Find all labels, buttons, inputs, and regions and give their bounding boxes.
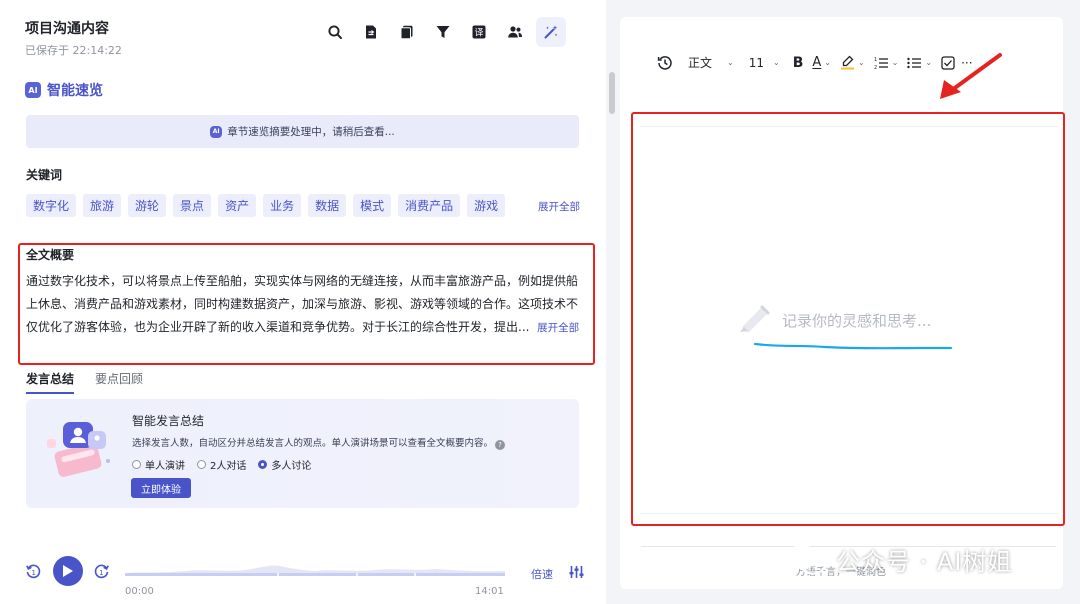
page-title: 项目沟通内容 xyxy=(25,21,109,37)
speech-summary-title: 智能发言总结 xyxy=(132,414,205,428)
bullet-list-icon xyxy=(907,57,922,68)
playback-speed-button[interactable]: 倍速 xyxy=(531,566,553,582)
ai-overview-title: 智能速览 xyxy=(47,83,103,99)
users-icon[interactable] xyxy=(500,17,530,47)
speech-summary-card: 智能发言总结 选择发言人数，自动区分并总结发言人的观点。单人演讲场景可以查看全文… xyxy=(26,399,579,508)
option-multi-speakers[interactable]: 多人讨论 xyxy=(258,457,311,472)
text-style-dropdown[interactable]: 正文 ⌄ xyxy=(688,54,734,71)
keyword-tag[interactable]: 资产 xyxy=(218,194,257,217)
bullet-list-dropdown[interactable]: ⌄ xyxy=(907,56,932,70)
keywords-expand-link[interactable]: 展开全部 xyxy=(538,199,580,214)
ordered-list-icon: 1 2 xyxy=(874,57,888,70)
ai-badge-small-icon: AI xyxy=(210,125,223,138)
option-single-speaker[interactable]: 单人演讲 xyxy=(132,457,185,472)
keyword-tag[interactable]: 游戏 xyxy=(467,194,506,217)
rewind-icon[interactable]: 1 xyxy=(25,563,42,580)
speaker-illustration-icon xyxy=(47,422,110,477)
watermark: 公众号 · AI树姐 xyxy=(786,542,1012,577)
svg-text:1: 1 xyxy=(874,57,877,63)
format-toolbar: 正文 ⌄ 11 ⌄ B A ⌄ ⌄ 1 2 ⌄ ⌄ ··· xyxy=(657,54,973,71)
svg-text:1: 1 xyxy=(99,569,103,577)
ordered-list-dropdown[interactable]: 1 2 ⌄ xyxy=(874,56,899,70)
speech-summary-desc-text: 选择发言人数，自动区分并总结发言人的观点。单人演讲场景可以查看全文概要内容。 xyxy=(132,438,494,449)
option-two-speakers[interactable]: 2人对话 xyxy=(197,457,246,472)
current-time: 00:00 xyxy=(125,586,154,597)
header-toolbar: 译 xyxy=(320,17,566,47)
checkbox-icon[interactable] xyxy=(941,55,955,70)
tab-key-points[interactable]: 要点回顾 xyxy=(95,370,143,394)
equalizer-icon[interactable] xyxy=(569,565,584,579)
help-icon[interactable]: ? xyxy=(495,440,506,450)
keyword-tag[interactable]: 业务 xyxy=(263,194,302,217)
keyword-tag[interactable]: 旅游 xyxy=(83,194,122,217)
highlight-dropdown[interactable]: ⌄ xyxy=(840,55,865,70)
chevron-down-icon: ⌄ xyxy=(727,58,734,67)
history-icon[interactable] xyxy=(657,55,673,71)
chevron-down-icon: ⌄ xyxy=(824,58,831,67)
option-label: 多人讨论 xyxy=(271,461,312,472)
try-now-button[interactable]: 立即体验 xyxy=(131,478,191,498)
bold-button[interactable]: B xyxy=(793,55,804,71)
processing-text: 章节速览摘要处理中，请稍后查看... xyxy=(227,126,395,138)
font-color-dropdown[interactable]: A ⌄ xyxy=(812,55,831,70)
play-icon xyxy=(63,565,73,577)
search-icon[interactable] xyxy=(320,17,350,47)
chapter-processing-banner: AI 章节速览摘要处理中，请稍后查看... xyxy=(26,115,579,148)
svg-text:1: 1 xyxy=(31,569,35,577)
more-options-button[interactable]: ··· xyxy=(961,56,972,70)
summary-tabs: 发言总结 要点回顾 xyxy=(26,370,143,394)
chevron-down-icon: ⌄ xyxy=(857,58,865,67)
total-time: 14:01 xyxy=(475,586,504,597)
audio-waveform[interactable] xyxy=(125,556,505,578)
keyword-tag[interactable]: 消费产品 xyxy=(398,194,461,217)
left-scrollbar[interactable] xyxy=(609,72,615,114)
wechat-logo-icon xyxy=(786,544,827,575)
radio-icon xyxy=(197,460,206,469)
ai-wand-icon[interactable] xyxy=(536,17,566,47)
play-button[interactable] xyxy=(53,556,83,586)
editor-annotation-box xyxy=(631,112,1065,526)
radio-icon xyxy=(132,460,141,469)
radio-selected-icon xyxy=(258,460,268,469)
speech-summary-description: 选择发言人数，自动区分并总结发言人的观点。单人演讲场景可以查看全文概要内容。? xyxy=(132,435,506,450)
keywords-list: 数字化 旅游 游轮 景点 资产 业务 数据 模式 消费产品 游戏 xyxy=(26,194,506,217)
font-color-icon: A xyxy=(812,55,822,70)
tab-speech-summary[interactable]: 发言总结 xyxy=(26,370,75,394)
ai-overview-header: AI 智能速览 xyxy=(25,80,103,100)
translate-icon[interactable]: 译 xyxy=(464,17,494,47)
keywords-title: 关键词 xyxy=(26,168,63,182)
text-style-value: 正文 xyxy=(688,56,713,70)
keyword-tag[interactable]: 数据 xyxy=(308,194,347,217)
document-icon[interactable] xyxy=(356,17,386,47)
option-label: 单人演讲 xyxy=(145,461,185,472)
option-label: 2人对话 xyxy=(210,461,247,472)
speaker-count-options: 单人演讲 2人对话 多人讨论 xyxy=(132,457,311,472)
font-size-dropdown[interactable]: 11 ⌄ xyxy=(749,56,780,70)
copy-icon[interactable] xyxy=(392,17,422,47)
keyword-tag[interactable]: 景点 xyxy=(173,194,212,217)
forward-icon[interactable]: 1 xyxy=(93,563,110,580)
chevron-down-icon: ⌄ xyxy=(891,58,899,67)
svg-text:2: 2 xyxy=(874,65,877,70)
keyword-tag[interactable]: 数字化 xyxy=(26,194,77,217)
ai-badge-icon: AI xyxy=(25,82,41,98)
keyword-tag[interactable]: 游轮 xyxy=(128,194,167,217)
summary-annotation-box xyxy=(18,243,595,365)
keyword-tag[interactable]: 模式 xyxy=(353,194,392,217)
highlighter-icon xyxy=(840,55,854,70)
audio-player: 1 1 00:00 14:01 倍速 xyxy=(0,548,606,604)
watermark-text: 公众号 · AI树姐 xyxy=(836,548,1013,576)
filter-icon[interactable] xyxy=(428,17,458,47)
svg-text:译: 译 xyxy=(474,28,483,39)
font-size-value: 11 xyxy=(748,55,764,70)
chevron-down-icon: ⌄ xyxy=(773,58,780,67)
chevron-down-icon: ⌄ xyxy=(925,58,933,67)
saved-status: 已保存于 22:14:22 xyxy=(25,44,122,57)
